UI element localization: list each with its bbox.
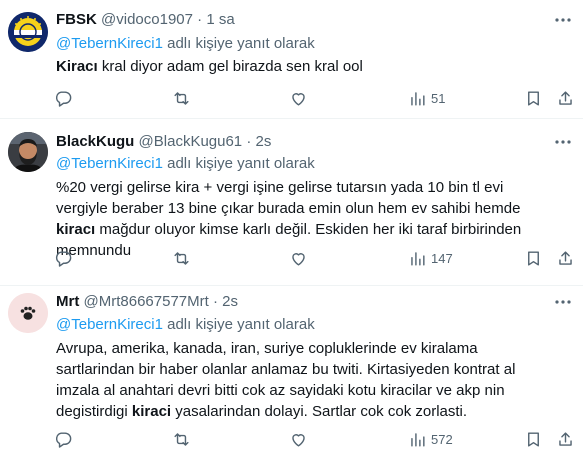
bearded-man-photo-icon xyxy=(8,132,48,172)
views-count: 51 xyxy=(431,90,446,106)
highlight-term: kiracı xyxy=(56,221,96,238)
display-name[interactable]: BlackKugu xyxy=(56,133,134,150)
bookmark-icon xyxy=(528,90,539,106)
tweet-header: Mrt @Mrt86667577Mrt · 2s xyxy=(56,292,573,312)
more-icon[interactable] xyxy=(553,132,573,152)
separator-dot: · xyxy=(197,11,203,28)
tweet-actions: 572 xyxy=(46,424,573,452)
reply-context: @TebernKireci1 adlı kişiye yanıt olarak xyxy=(56,34,315,54)
share-icon xyxy=(559,431,572,446)
reply-suffix: adlı kişiye yanıt olarak xyxy=(162,316,315,333)
tweet-text: Kiracı kral diyor adam gel birazda sen k… xyxy=(56,56,556,77)
like-icon xyxy=(292,252,305,266)
bookmark-button[interactable] xyxy=(524,424,543,452)
share-icon xyxy=(559,250,572,265)
views-icon xyxy=(411,432,425,447)
share-button[interactable] xyxy=(556,243,575,273)
share-button[interactable] xyxy=(556,83,575,113)
like-button[interactable] xyxy=(289,83,308,113)
reply-button[interactable] xyxy=(54,83,73,113)
user-handle[interactable]: @vidoco1907 xyxy=(101,11,193,28)
avatar[interactable] xyxy=(8,132,48,172)
bookmark-button[interactable] xyxy=(524,83,543,113)
reply-mention-link[interactable]: @TebernKireci1 xyxy=(56,155,163,172)
fenerbahce-crest-icon xyxy=(8,12,48,52)
like-icon xyxy=(292,92,305,106)
views-button[interactable]: 572 xyxy=(408,424,453,452)
display-name[interactable]: Mrt xyxy=(56,293,79,310)
bookmark-button[interactable] xyxy=(524,243,543,273)
retweet-icon xyxy=(174,251,189,265)
separator-dot: · xyxy=(212,293,218,310)
tweet-text-rest: kral diyor adam gel birazda sen kral ool xyxy=(97,58,363,75)
reply-icon xyxy=(55,90,72,107)
tweet-text: Avrupa, amerika, kanada, iran, suriye co… xyxy=(56,338,526,422)
tweet-text-pre: %20 vergi gelirse kira + vergi işine gel… xyxy=(56,179,521,217)
share-icon xyxy=(559,90,572,105)
highlight-term: kiraci xyxy=(131,403,172,420)
highlight-term: Kiracı xyxy=(56,58,98,75)
share-button[interactable] xyxy=(556,424,575,452)
retweet-button[interactable] xyxy=(172,424,191,452)
tweet-header: FBSK @vidoco1907 · 1 sa xyxy=(56,10,573,30)
paw-print-icon xyxy=(8,293,48,333)
reply-context: @TebernKireci1 adlı kişiye yanıt olarak xyxy=(56,154,315,174)
user-handle[interactable]: @BlackKugu61 xyxy=(139,133,243,150)
reply-mention-link[interactable]: @TebernKireci1 xyxy=(56,316,163,333)
avatar[interactable] xyxy=(8,12,48,52)
reply-suffix: adlı kişiye yanıt olarak xyxy=(162,155,315,172)
views-icon xyxy=(411,91,425,106)
timestamp[interactable]: 2s xyxy=(222,293,238,310)
timestamp[interactable]: 2s xyxy=(256,133,272,150)
reply-suffix: adlı kişiye yanıt olarak xyxy=(162,35,315,52)
tweet-header: BlackKugu @BlackKugu61 · 2s xyxy=(56,132,573,152)
views-button[interactable]: 51 xyxy=(408,83,445,113)
tweet-3[interactable]: Mrt @Mrt86667577Mrt · 2s @TebernKireci1 … xyxy=(0,287,583,452)
views-button[interactable]: 147 xyxy=(408,243,453,273)
reply-mention-link[interactable]: @TebernKireci1 xyxy=(56,35,163,52)
like-icon xyxy=(292,433,305,447)
tweet-text-post: yasalarindan dolayi. Sartlar cok cok zor… xyxy=(171,403,468,420)
retweet-icon xyxy=(174,91,189,105)
like-button[interactable] xyxy=(289,243,308,273)
timestamp[interactable]: 1 sa xyxy=(206,11,234,28)
bookmark-icon xyxy=(528,250,539,266)
tweet-2[interactable]: BlackKugu @BlackKugu61 · 2s @TebernKirec… xyxy=(0,120,583,286)
retweet-button[interactable] xyxy=(172,243,191,273)
views-count: 572 xyxy=(431,431,453,447)
more-icon[interactable] xyxy=(553,10,573,30)
reply-context: @TebernKireci1 adlı kişiye yanıt olarak xyxy=(56,315,315,335)
views-count: 147 xyxy=(431,250,453,266)
tweet-actions: 147 xyxy=(46,243,573,273)
display-name[interactable]: FBSK xyxy=(56,11,97,28)
bookmark-icon xyxy=(528,431,539,447)
tweet-actions: 51 xyxy=(46,83,573,113)
avatar[interactable] xyxy=(8,293,48,333)
reply-button[interactable] xyxy=(54,424,73,452)
reply-button[interactable] xyxy=(54,243,73,273)
retweet-button[interactable] xyxy=(172,83,191,113)
user-handle[interactable]: @Mrt86667577Mrt xyxy=(84,293,209,310)
more-icon[interactable] xyxy=(553,292,573,312)
tweet-1[interactable]: FBSK @vidoco1907 · 1 sa @TebernKireci1 a… xyxy=(0,0,583,119)
views-icon xyxy=(411,251,425,266)
reply-icon xyxy=(55,250,72,267)
separator-dot: · xyxy=(246,133,252,150)
like-button[interactable] xyxy=(289,424,308,452)
reply-icon xyxy=(55,431,72,448)
retweet-icon xyxy=(174,432,189,446)
